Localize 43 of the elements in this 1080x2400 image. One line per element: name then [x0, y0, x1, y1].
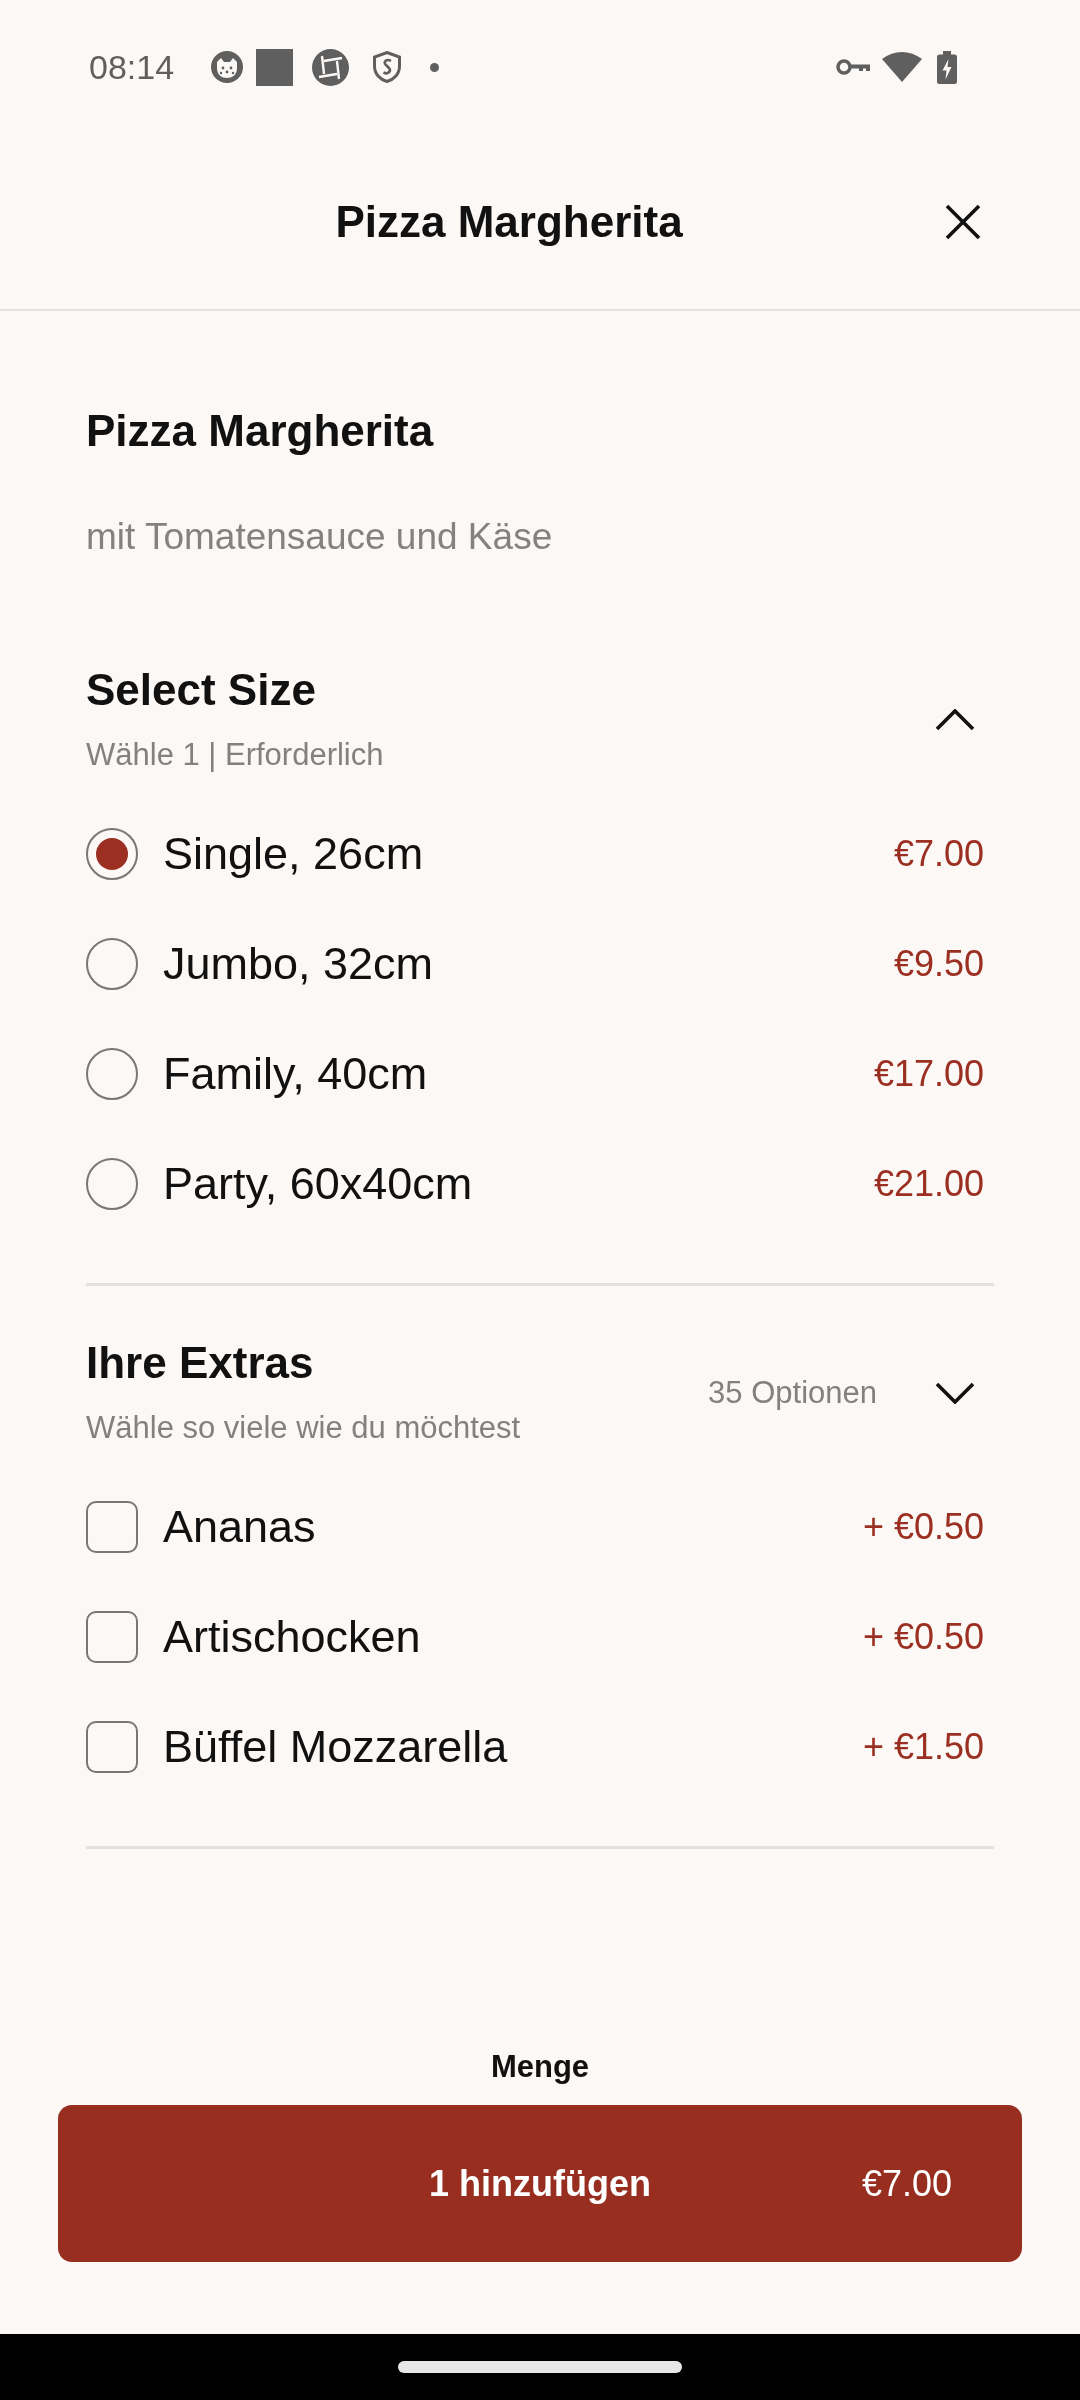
- quantity-label: Menge: [490, 2050, 590, 2084]
- checkbox[interactable]: [86, 1721, 138, 1773]
- cat-face-icon: [211, 51, 244, 83]
- option-price: + €1.50: [862, 1725, 984, 1769]
- product-name: Pizza Margherita: [86, 407, 435, 455]
- option-label: Party, 60x40cm: [163, 1158, 474, 1210]
- section-subtitle: Wähle so viele wie du möchtest: [86, 1410, 522, 1446]
- square-icon: [256, 48, 294, 86]
- section-title: Select Size: [86, 666, 317, 714]
- add-to-cart-button[interactable]: 1 hinzufügen €7.00: [58, 2105, 1022, 2262]
- chevron-down-icon[interactable]: [935, 1381, 975, 1404]
- option-price: €9.50: [893, 942, 984, 986]
- option-label: Ananas: [163, 1501, 317, 1553]
- section-title: Ihre Extras: [86, 1339, 315, 1387]
- options-count: 35 Optionen: [708, 1374, 877, 1411]
- option-price: €17.00: [873, 1052, 984, 1096]
- header-title: Pizza Margherita: [335, 195, 683, 248]
- checkbox[interactable]: [86, 1501, 138, 1553]
- close-icon[interactable]: [945, 203, 981, 240]
- option-label: Family, 40cm: [163, 1048, 429, 1100]
- aperture-icon: [312, 48, 350, 86]
- option-label: Artischocken: [163, 1611, 422, 1663]
- option-price: + €0.50: [862, 1505, 984, 1549]
- section-subtitle: Wähle 1 | Erforderlich: [86, 737, 385, 773]
- radio-button[interactable]: [86, 828, 138, 880]
- option-price: + €0.50: [862, 1615, 984, 1659]
- radio-button[interactable]: [86, 938, 138, 990]
- option-price: €7.00: [893, 832, 984, 876]
- shield-icon: [373, 51, 402, 83]
- total-price: €7.00: [861, 2161, 952, 2206]
- chevron-up-icon[interactable]: [935, 708, 975, 731]
- option-label: Jumbo, 32cm: [163, 938, 435, 990]
- wifi-icon: [882, 52, 922, 82]
- product-description: mit Tomatensauce und Käse: [86, 515, 554, 559]
- option-price: €21.00: [873, 1162, 984, 1206]
- checkbox[interactable]: [86, 1611, 138, 1663]
- radio-button[interactable]: [86, 1158, 138, 1210]
- option-label: Büffel Mozzarella: [163, 1721, 509, 1773]
- radio-button[interactable]: [86, 1048, 138, 1100]
- battery-charging-icon: [936, 50, 958, 84]
- status-time: 08:14: [89, 47, 175, 87]
- option-label: Single, 26cm: [163, 828, 425, 880]
- key-icon: [836, 58, 870, 76]
